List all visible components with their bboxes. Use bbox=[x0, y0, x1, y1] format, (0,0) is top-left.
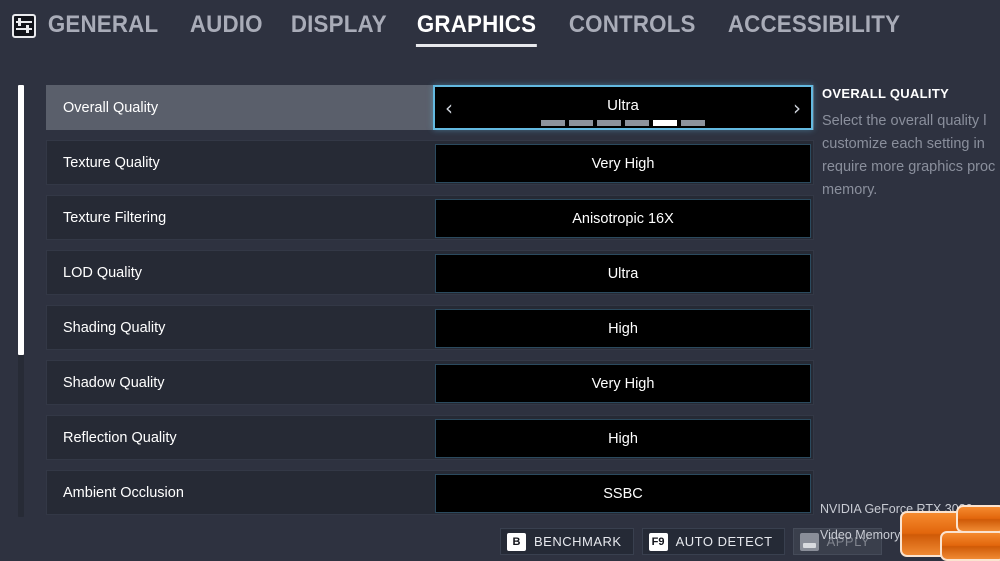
setting-value-box[interactable]: High bbox=[435, 309, 811, 348]
description-title: OVERALL QUALITY bbox=[822, 86, 950, 101]
sliders-icon bbox=[12, 14, 36, 38]
gpu-info: NVIDIA GeForce RTX 3080 Video Memory: bbox=[820, 496, 973, 548]
tab-general[interactable]: GENERAL bbox=[46, 8, 160, 51]
settings-tabs: GENERAL AUDIO DISPLAY GRAPHICS CONTROLS ACCES… bbox=[46, 8, 915, 51]
setting-value-box[interactable]: Anisotropic 16X bbox=[435, 199, 811, 238]
setting-row[interactable]: Texture Quality Very High bbox=[46, 140, 814, 185]
quality-segment bbox=[681, 120, 705, 126]
video-memory-label: Video Memory: bbox=[820, 528, 904, 542]
quality-segment bbox=[597, 120, 621, 126]
quality-segment bbox=[653, 120, 677, 126]
gpu-name: NVIDIA GeForce RTX 3080 bbox=[820, 502, 973, 516]
description-body: Select the overall quality l customize e… bbox=[822, 113, 996, 198]
key-b-icon: B bbox=[507, 532, 526, 551]
setting-row[interactable]: Shading Quality High bbox=[46, 305, 814, 350]
settings-scrollbar-thumb[interactable] bbox=[18, 85, 24, 355]
quality-level-segments bbox=[541, 120, 705, 126]
setting-row[interactable]: Shadow Quality Very High bbox=[46, 360, 814, 405]
setting-row[interactable]: Texture Filtering Anisotropic 16X bbox=[46, 195, 814, 240]
setting-label: Reflection Quality bbox=[63, 429, 177, 446]
setting-label: Shading Quality bbox=[63, 319, 166, 336]
key-f9-icon: F9 bbox=[648, 532, 668, 551]
key-blank-icon bbox=[799, 532, 819, 551]
button-label: AUTO DETECT bbox=[675, 534, 773, 549]
setting-label: Shadow Quality bbox=[63, 374, 165, 391]
tab-controls[interactable]: CONTROLS bbox=[567, 8, 697, 51]
benchmark-button[interactable]: B BENCHMARK bbox=[500, 528, 634, 555]
setting-value-box[interactable]: High bbox=[435, 419, 811, 458]
settings-scrollbar-track[interactable] bbox=[18, 85, 24, 517]
tab-graphics[interactable]: GRAPHICS bbox=[415, 8, 538, 51]
chevron-right-icon[interactable]: › bbox=[793, 98, 801, 118]
setting-value-box[interactable]: SSBC bbox=[435, 474, 811, 513]
graphics-settings-list: Overall Quality ‹ Ultra › Texture Quality Ver… bbox=[46, 85, 814, 525]
setting-row[interactable]: Overall Quality ‹ Ultra › bbox=[46, 85, 814, 130]
setting-description-panel: OVERALL QUALITY Select the overall quali… bbox=[822, 86, 1000, 202]
quality-segment bbox=[569, 120, 593, 126]
auto-detect-button[interactable]: F9 AUTO DETECT bbox=[641, 528, 785, 555]
setting-value-box[interactable]: Very High bbox=[435, 144, 811, 183]
setting-label: Texture Quality bbox=[63, 154, 160, 171]
setting-label: Texture Filtering bbox=[63, 209, 167, 226]
setting-row[interactable]: Reflection Quality High bbox=[46, 415, 814, 460]
chevron-left-icon[interactable]: ‹ bbox=[445, 98, 453, 118]
button-label: BENCHMARK bbox=[534, 534, 622, 549]
tab-display[interactable]: DISPLAY bbox=[289, 8, 389, 51]
setting-label: Ambient Occlusion bbox=[63, 484, 184, 501]
setting-value: Ultra bbox=[607, 97, 639, 114]
setting-value-box[interactable]: Very High bbox=[435, 364, 811, 403]
setting-value-spinner[interactable]: ‹ Ultra › bbox=[433, 85, 813, 130]
quality-segment bbox=[625, 120, 649, 126]
top-navigation-bar: GENERAL AUDIO DISPLAY GRAPHICS CONTROLS ACCES… bbox=[0, 0, 1000, 62]
tab-audio[interactable]: AUDIO bbox=[188, 8, 265, 51]
setting-row[interactable]: Ambient Occlusion SSBC bbox=[46, 470, 814, 515]
setting-row[interactable]: LOD Quality Ultra bbox=[46, 250, 814, 295]
quality-segment bbox=[541, 120, 565, 126]
setting-value-box[interactable]: Ultra bbox=[435, 254, 811, 293]
setting-label: LOD Quality bbox=[63, 264, 142, 281]
tab-accessibility[interactable]: ACCESSIBILITY bbox=[726, 8, 902, 51]
setting-label: Overall Quality bbox=[63, 99, 159, 116]
